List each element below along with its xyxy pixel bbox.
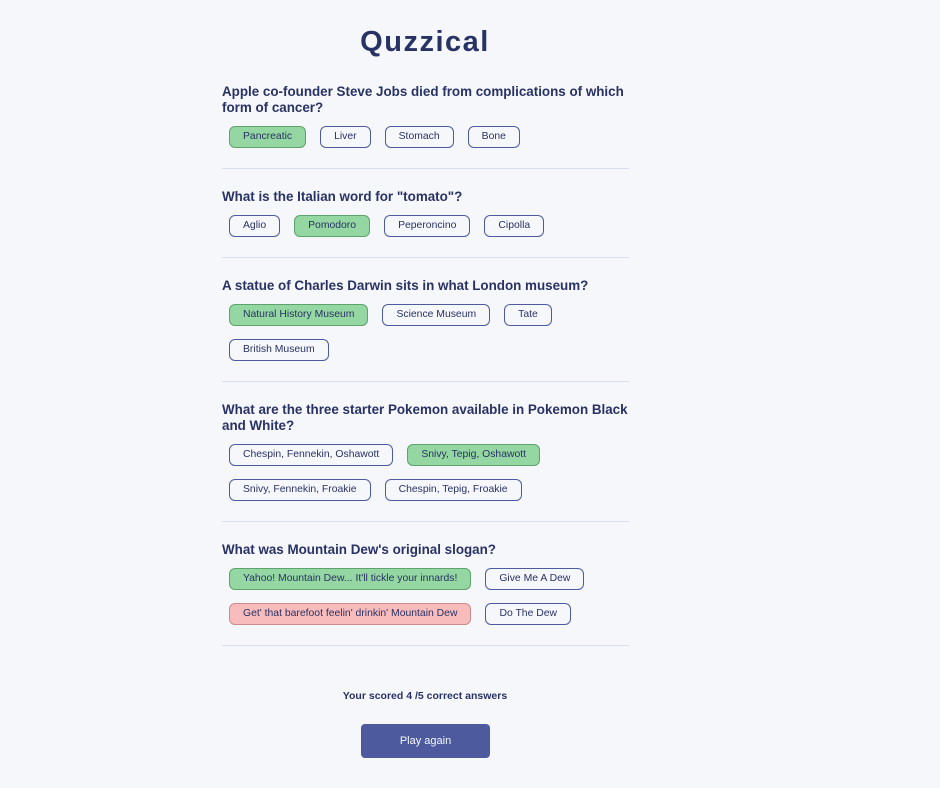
answer-button[interactable]: Aglio bbox=[229, 215, 281, 237]
answer-group: Yahoo! Mountain Dew... It'll tickle your… bbox=[222, 558, 629, 645]
answer-group: Aglio Pomodoro Peperoncino Cipolla bbox=[222, 205, 629, 257]
question-block: A statue of Charles Darwin sits in what … bbox=[222, 278, 629, 382]
answer-button[interactable]: Chespin, Tepig, Froakie bbox=[384, 479, 522, 501]
score-text: Your scored 4 /5 correct answers bbox=[342, 690, 508, 702]
answer-button[interactable]: Give Me A Dew bbox=[485, 568, 585, 590]
play-again-button[interactable]: Play again bbox=[361, 724, 490, 758]
answer-button[interactable]: Science Museum bbox=[382, 304, 491, 326]
quiz-page: Quzzical Apple co-founder Steve Jobs die… bbox=[0, 0, 940, 788]
question-block: What is the Italian word for "tomato"? A… bbox=[222, 189, 629, 258]
answer-button[interactable]: Peperoncino bbox=[384, 215, 471, 237]
answer-button[interactable]: Bone bbox=[467, 126, 520, 148]
answer-button[interactable]: Snivy, Tepig, Oshawott bbox=[407, 444, 541, 466]
answer-group: Pancreatic Liver Stomach Bone bbox=[222, 116, 629, 168]
answer-button[interactable]: British Museum bbox=[229, 339, 329, 361]
answer-button[interactable]: Chespin, Fennekin, Oshawott bbox=[229, 444, 394, 466]
answer-group: Chespin, Fennekin, Oshawott Snivy, Tepig… bbox=[222, 434, 629, 521]
question-text: A statue of Charles Darwin sits in what … bbox=[222, 278, 589, 293]
answer-button[interactable]: Do The Dew bbox=[485, 603, 572, 625]
answer-button[interactable]: Stomach bbox=[384, 126, 454, 148]
question-text: What was Mountain Dew's original slogan? bbox=[222, 542, 496, 557]
quiz-list: Apple co-founder Steve Jobs died from co… bbox=[222, 84, 629, 646]
question-block: Apple co-founder Steve Jobs died from co… bbox=[222, 84, 629, 169]
answer-button[interactable]: Cipolla bbox=[484, 215, 545, 237]
answer-button[interactable]: Pomodoro bbox=[294, 215, 371, 237]
answer-group: Natural History Museum Science Museum Ta… bbox=[222, 294, 629, 381]
app-title: Quzzical bbox=[360, 26, 490, 58]
answer-button[interactable]: Snivy, Fennekin, Froakie bbox=[229, 479, 371, 501]
question-text: Apple co-founder Steve Jobs died from co… bbox=[222, 84, 624, 115]
question-text: What is the Italian word for "tomato"? bbox=[222, 189, 463, 204]
answer-button[interactable]: Tate bbox=[504, 304, 552, 326]
question-block: What was Mountain Dew's original slogan?… bbox=[222, 542, 629, 646]
answer-button[interactable]: Liver bbox=[320, 126, 371, 148]
answer-button[interactable]: Natural History Museum bbox=[229, 304, 369, 326]
answer-button[interactable]: Yahoo! Mountain Dew... It'll tickle your… bbox=[229, 568, 472, 590]
answer-button[interactable]: Pancreatic bbox=[229, 126, 307, 148]
question-text: What are the three starter Pokemon avail… bbox=[222, 402, 628, 433]
answer-button[interactable]: Get' that barefoot feelin' drinkin' Moun… bbox=[229, 603, 472, 625]
question-block: What are the three starter Pokemon avail… bbox=[222, 402, 629, 522]
